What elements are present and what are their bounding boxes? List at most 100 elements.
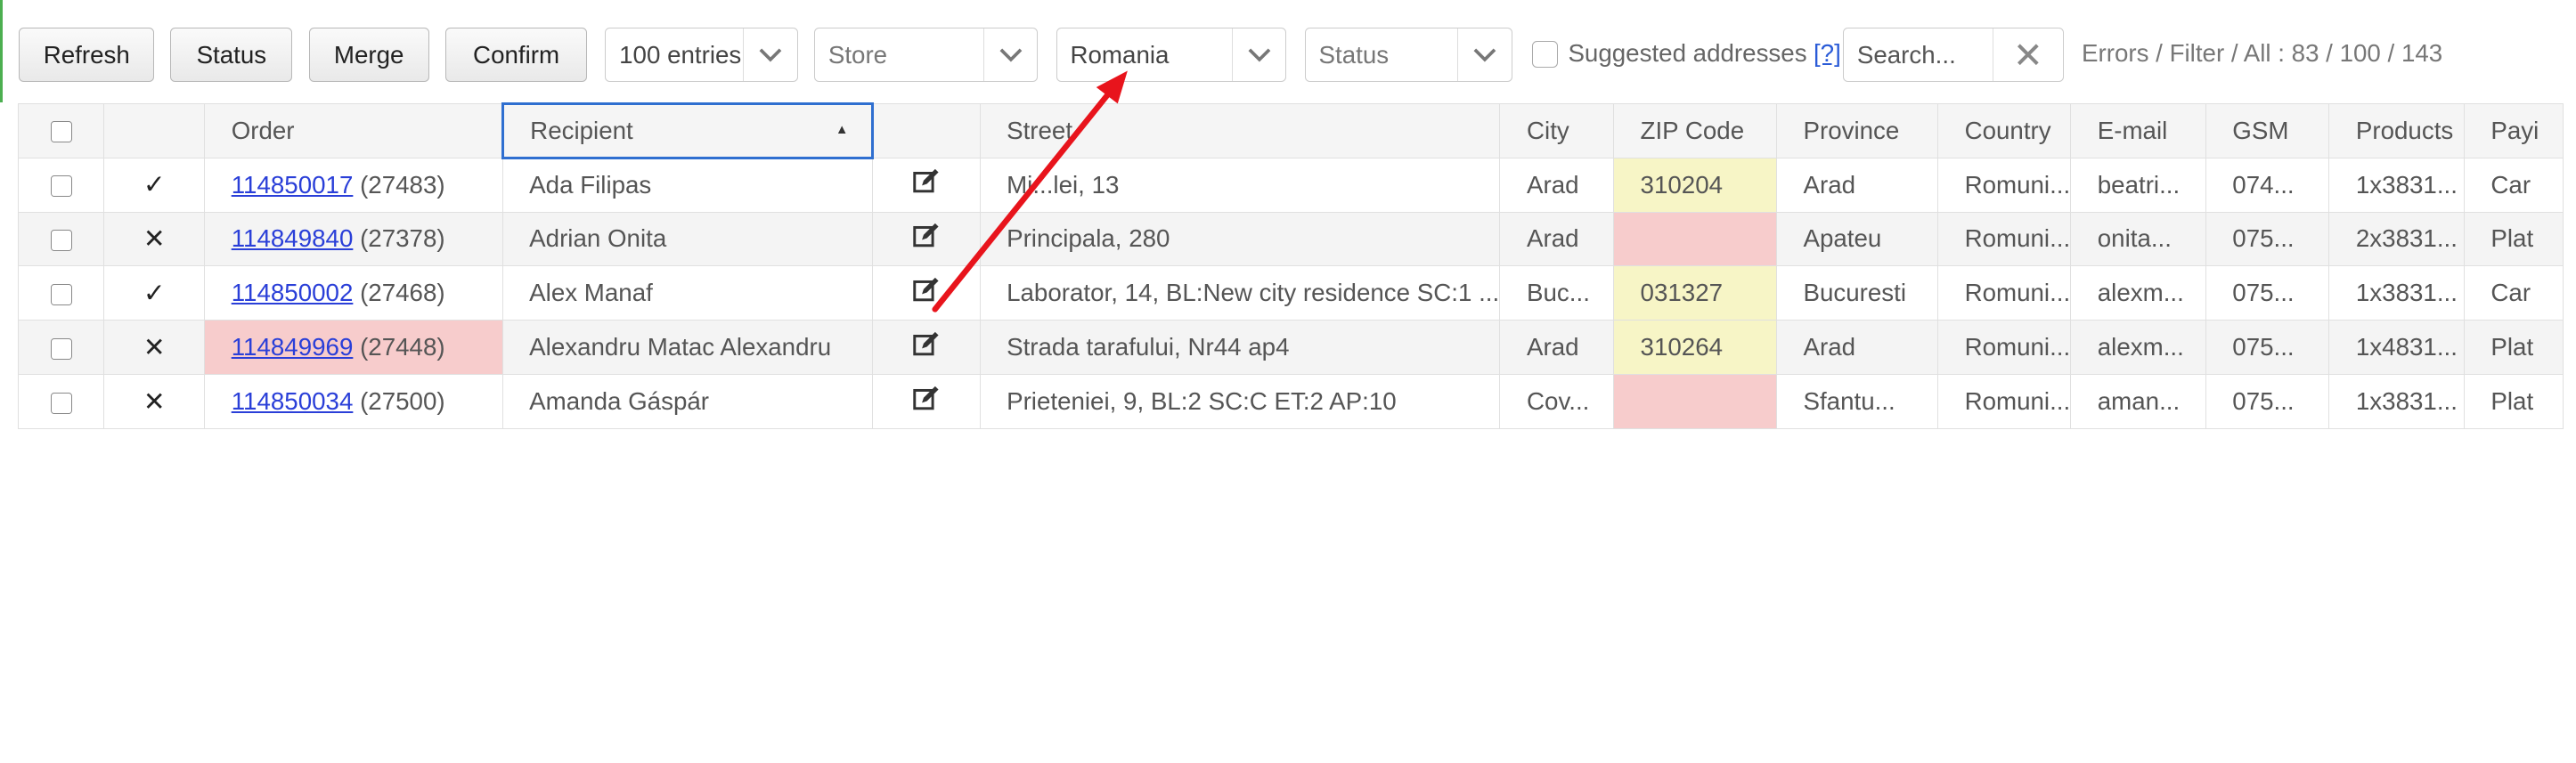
header-payment[interactable]: Payi bbox=[2463, 102, 2564, 158]
gsm-cell: 075... bbox=[2205, 320, 2330, 376]
status-mark: ✕ bbox=[103, 374, 206, 430]
search-box[interactable]: Search... ✕ bbox=[1843, 28, 2064, 83]
order-link[interactable]: 114849969 bbox=[232, 333, 354, 361]
city-cell: Arad bbox=[1499, 320, 1614, 376]
select-all-header bbox=[18, 102, 105, 158]
edit-icon[interactable] bbox=[912, 385, 940, 412]
order-ref: (27500) bbox=[360, 387, 445, 416]
edit-cell bbox=[872, 374, 981, 430]
table-row[interactable]: ✓ 114850017 (27483) Ada Filipas Mi...lei… bbox=[18, 157, 2564, 213]
gsm-cell: 075... bbox=[2205, 211, 2330, 267]
zip-cell: 031327 bbox=[1612, 265, 1777, 321]
header-order[interactable]: Order bbox=[204, 102, 503, 158]
payment-cell: Car bbox=[2463, 157, 2564, 213]
status-button[interactable]: Status bbox=[170, 28, 293, 83]
street-cell: Prieteniei, 9, BL:2 SC:C ET:2 AP:10 bbox=[979, 374, 1501, 430]
header-gsm[interactable]: GSM bbox=[2205, 102, 2330, 158]
recipient-cell: Alexandru Matac Alexandru bbox=[501, 320, 874, 376]
entries-value: 100 entries bbox=[619, 40, 742, 69]
products-cell: 1x3831... bbox=[2328, 157, 2465, 213]
order-link[interactable]: 114849840 bbox=[232, 224, 354, 252]
header-recipient[interactable]: Recipient ▲ bbox=[501, 101, 875, 159]
header-email[interactable]: E-mail bbox=[2070, 102, 2206, 158]
order-ref: (27483) bbox=[360, 170, 445, 199]
payment-cell: Plat bbox=[2463, 374, 2564, 430]
edit-cell bbox=[872, 265, 981, 321]
row-checkbox[interactable] bbox=[50, 392, 72, 415]
order-cell: 114850034 (27500) bbox=[204, 374, 503, 430]
order-ref: (27448) bbox=[360, 333, 445, 361]
header-street[interactable]: Street bbox=[979, 102, 1501, 158]
table-row[interactable]: ✕ 114849840 (27378) Adrian Onita Princip… bbox=[18, 211, 2564, 267]
order-link[interactable]: 114850017 bbox=[232, 171, 354, 199]
products-cell: 1x4831... bbox=[2328, 320, 2465, 376]
row-select-cell bbox=[18, 157, 105, 213]
store-select[interactable]: Store bbox=[814, 28, 1039, 83]
suggested-addresses-label: Suggested addresses [?] bbox=[1568, 39, 1840, 68]
zip-cell: 310264 bbox=[1612, 320, 1777, 376]
edit-icon[interactable] bbox=[912, 330, 940, 358]
row-checkbox[interactable] bbox=[50, 284, 72, 306]
country-value: Romania bbox=[1070, 40, 1170, 69]
edit-icon[interactable] bbox=[912, 222, 940, 249]
recipient-cell: Alex Manaf bbox=[501, 265, 874, 321]
email-cell: aman... bbox=[2070, 374, 2206, 430]
confirm-button[interactable]: Confirm bbox=[445, 28, 588, 83]
table-row[interactable]: ✓ 114850002 (27468) Alex Manaf Laborator… bbox=[18, 265, 2564, 321]
zip-cell: 310204 bbox=[1612, 157, 1777, 213]
table-header-row: Order Recipient ▲ Street City ZIP Code Pr… bbox=[18, 101, 2564, 159]
order-link[interactable]: 114850002 bbox=[232, 279, 354, 306]
order-ref: (27378) bbox=[360, 224, 445, 253]
merge-button[interactable]: Merge bbox=[308, 28, 429, 83]
province-cell: Arad bbox=[1775, 157, 1938, 213]
error-filter-stats: Errors / Filter / All : 83 / 100 / 143 bbox=[2082, 39, 2443, 68]
row-select-cell bbox=[18, 374, 105, 430]
edit-icon[interactable] bbox=[912, 167, 940, 195]
zip-cell bbox=[1612, 211, 1777, 267]
row-select-cell bbox=[18, 265, 105, 321]
country-select[interactable]: Romania bbox=[1056, 28, 1287, 83]
status-select[interactable]: Status bbox=[1304, 28, 1512, 83]
header-country[interactable]: Country bbox=[1937, 102, 2072, 158]
table-row[interactable]: ✕ 114850034 (27500) Amanda Gáspár Priete… bbox=[18, 374, 2564, 430]
header-city[interactable]: City bbox=[1499, 102, 1614, 158]
order-link[interactable]: 114850034 bbox=[232, 387, 354, 415]
search-input[interactable]: Search... bbox=[1844, 28, 1993, 81]
row-checkbox[interactable] bbox=[50, 230, 72, 252]
header-products[interactable]: Products bbox=[2328, 102, 2465, 158]
street-cell: Laborator, 14, BL:New city residence SC:… bbox=[979, 265, 1501, 321]
status-placeholder: Status bbox=[1318, 40, 1390, 69]
orders-table: Order Recipient ▲ Street City ZIP Code Pr… bbox=[18, 101, 2564, 430]
gsm-cell: 075... bbox=[2205, 374, 2330, 430]
select-all-checkbox[interactable] bbox=[50, 121, 72, 143]
edit-cell bbox=[872, 211, 981, 267]
city-cell: Buc... bbox=[1499, 265, 1614, 321]
country-cell: Romuni... bbox=[1937, 320, 2072, 376]
suggested-help-link[interactable]: [?] bbox=[1814, 39, 1841, 67]
recipient-cell: Amanda Gáspár bbox=[501, 374, 874, 430]
gsm-cell: 075... bbox=[2205, 265, 2330, 321]
street-cell: Principala, 280 bbox=[979, 211, 1501, 267]
row-checkbox[interactable] bbox=[50, 338, 72, 361]
sort-asc-icon: ▲ bbox=[835, 122, 849, 137]
chevron-down-icon bbox=[1232, 28, 1285, 82]
table-row[interactable]: ✕ 114849969 (27448) Alexandru Matac Alex… bbox=[18, 320, 2564, 376]
edit-icon[interactable] bbox=[912, 276, 940, 304]
clear-search-icon[interactable]: ✕ bbox=[1993, 28, 2063, 82]
toolbar: Refresh Status Merge Confirm 100 entries… bbox=[0, 0, 2576, 102]
order-cell: 114849840 (27378) bbox=[204, 211, 503, 267]
products-cell: 1x3831... bbox=[2328, 265, 2465, 321]
email-cell: onita... bbox=[2070, 211, 2206, 267]
street-cell: Mi...lei, 13 bbox=[979, 157, 1501, 213]
suggested-addresses-checkbox[interactable] bbox=[1531, 41, 1559, 68]
header-province[interactable]: Province bbox=[1775, 102, 1938, 158]
refresh-button[interactable]: Refresh bbox=[19, 28, 154, 83]
status-mark: ✓ bbox=[103, 265, 206, 321]
province-cell: Apateu bbox=[1775, 211, 1938, 267]
chevron-down-icon bbox=[743, 28, 796, 82]
email-cell: alexm... bbox=[2070, 265, 2206, 321]
row-checkbox[interactable] bbox=[50, 175, 72, 198]
entries-select[interactable]: 100 entries bbox=[605, 28, 798, 83]
header-zip[interactable]: ZIP Code bbox=[1612, 102, 1777, 158]
chevron-down-icon bbox=[983, 28, 1037, 82]
